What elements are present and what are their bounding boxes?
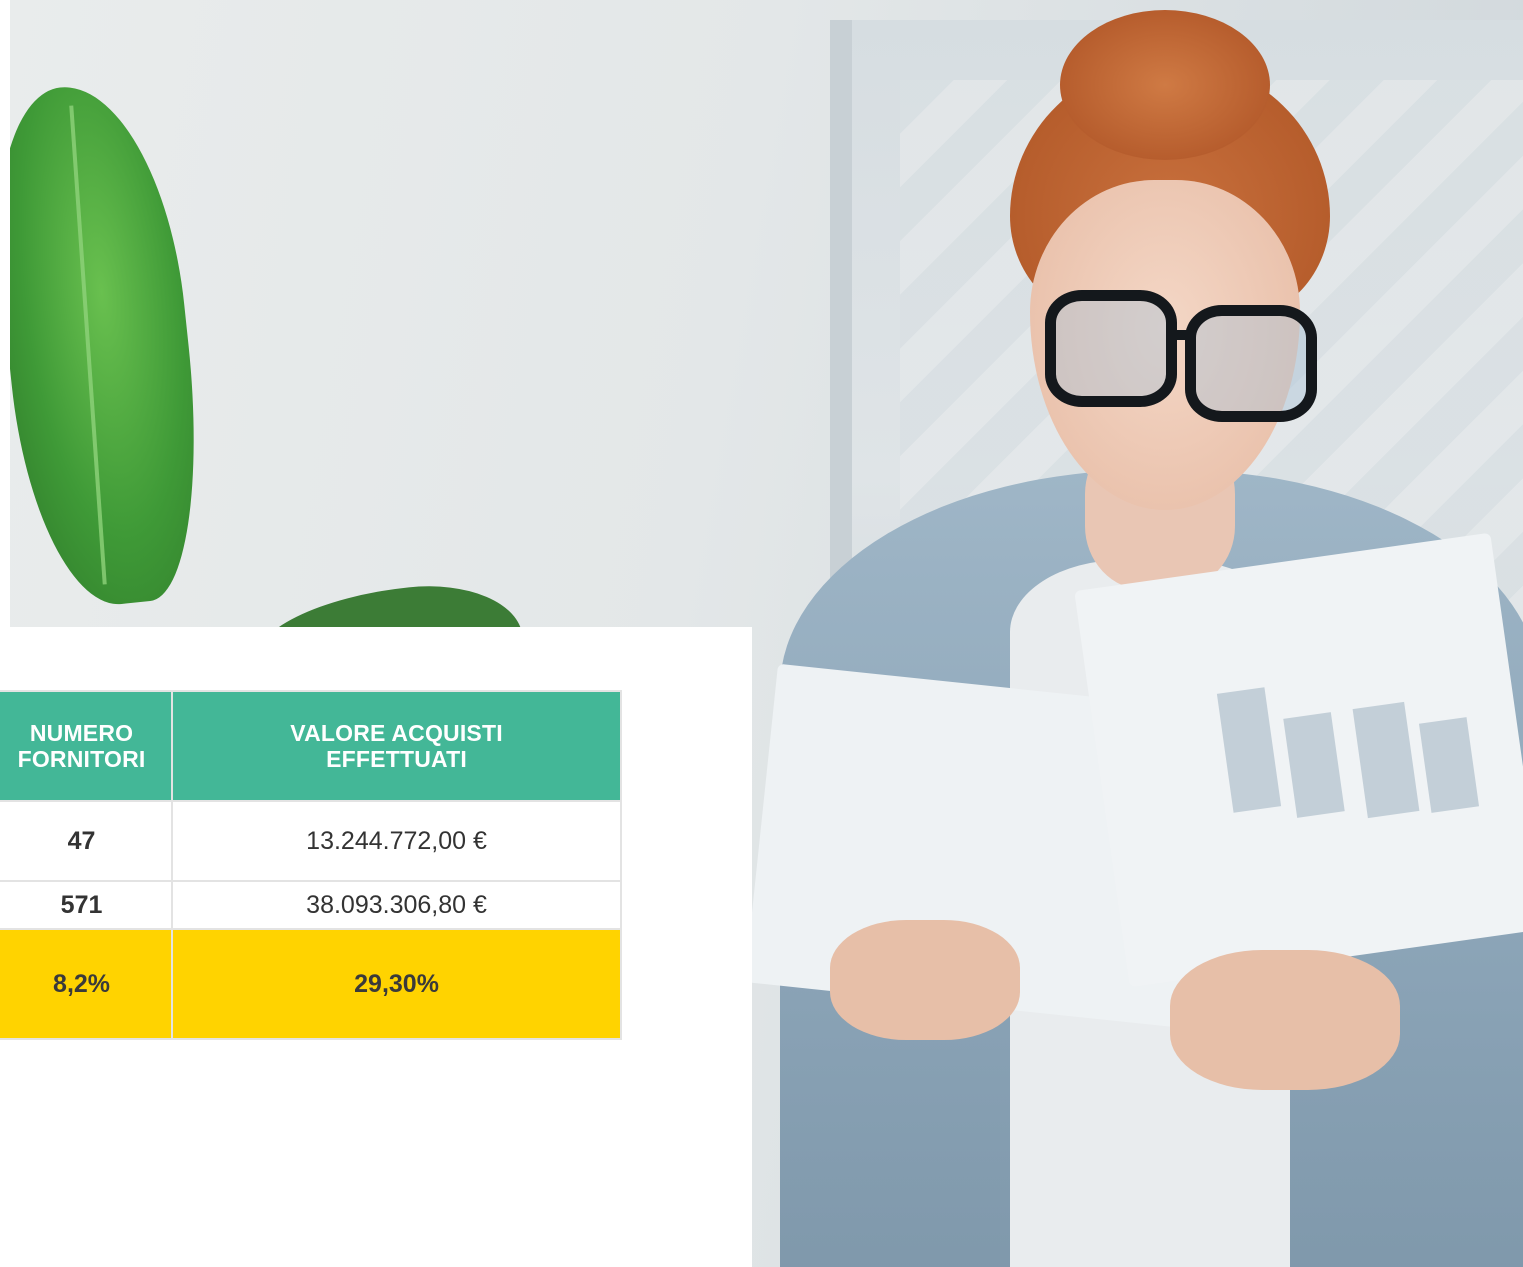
photo-edge	[0, 0, 10, 630]
header-label: VALORE ACQUISTI	[290, 720, 503, 746]
header-numero-fornitori: NUMERO FORNITORI	[0, 690, 174, 802]
cell-valore: 13.244.772,00 €	[171, 800, 622, 882]
cell-valore: 38.093.306,80 €	[171, 880, 622, 930]
glasses-bridge	[1166, 330, 1196, 340]
plant-leaf	[0, 77, 215, 613]
glasses-right-lens	[1185, 305, 1317, 422]
header-valore-acquisti: VALORE ACQUISTI EFFETTUATI	[171, 690, 622, 802]
cell-fornitori: 47	[0, 800, 174, 882]
person-hair-bun	[1060, 10, 1270, 160]
header-label: FORNITORI	[17, 746, 146, 772]
header-label: NUMERO	[29, 720, 134, 746]
person-right-hand	[1170, 950, 1400, 1090]
table-row: 47 13.244.772,00 €	[0, 800, 622, 882]
cell-valore-percent: 29,30%	[171, 928, 622, 1040]
suppliers-table: NUMERO FORNITORI VALORE ACQUISTI EFFETTU…	[0, 690, 622, 1040]
table-header-row: NUMERO FORNITORI VALORE ACQUISTI EFFETTU…	[0, 690, 622, 802]
cell-fornitori: 571	[0, 880, 174, 930]
table-row: 571 38.093.306,80 €	[0, 880, 622, 930]
cell-fornitori-percent: 8,2%	[0, 928, 174, 1040]
glasses-left-lens	[1045, 290, 1177, 407]
person-left-hand	[830, 920, 1020, 1040]
page: NUMERO FORNITORI VALORE ACQUISTI EFFETTU…	[0, 0, 1523, 1267]
header-label: EFFETTUATI	[326, 746, 467, 772]
table-row-highlight: 8,2% 29,30%	[0, 928, 622, 1040]
